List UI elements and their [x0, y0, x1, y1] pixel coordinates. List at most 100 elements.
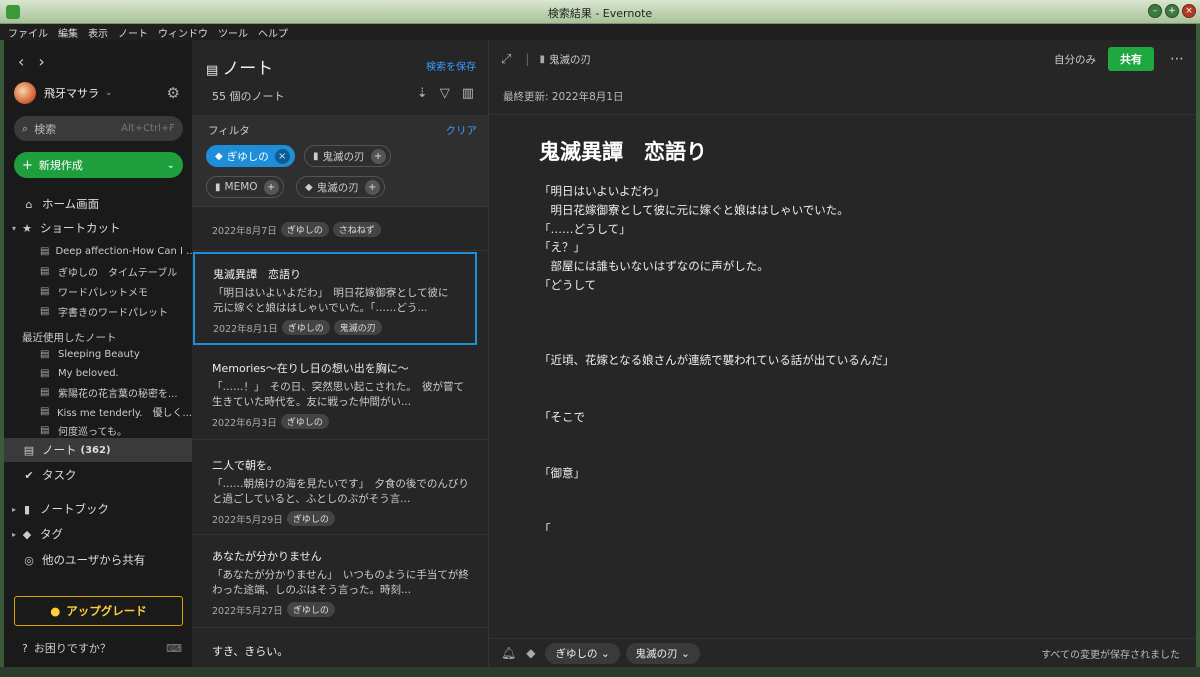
- caret-down-icon[interactable]: ▾: [12, 224, 16, 233]
- filter-icon[interactable]: ▽: [440, 86, 450, 101]
- reminder-icon[interactable]: 🔔︎: [501, 646, 516, 660]
- close-button[interactable]: ×: [1182, 4, 1196, 18]
- sidebar-item-tasks[interactable]: ✔ タスク: [4, 465, 192, 485]
- note-line[interactable]: 「……どうして」: [539, 220, 1159, 239]
- note-snippet: 「……！」 その日、突然思い起こされた。 彼が嘗て生きていた時代を。友に戦った仲…: [212, 381, 464, 408]
- note-line[interactable]: 部屋には誰もいないはずなのに声がした。: [539, 257, 1159, 276]
- note-line[interactable]: 「どうして: [539, 276, 1159, 295]
- shortcut-item[interactable]: ▤ ワードパレットメモ: [4, 282, 192, 300]
- menu-help[interactable]: ヘルプ: [258, 25, 288, 40]
- gear-icon[interactable]: ⚙: [167, 84, 180, 102]
- sidebar-item-label: ショートカット: [40, 221, 121, 235]
- sidebar-item-notes[interactable]: ▤ ノート (362): [4, 438, 192, 462]
- filter-chip-tag[interactable]: ◆ ぎゆしの ×: [206, 145, 295, 167]
- filter-chip-notebook[interactable]: ▮ MEMO +: [206, 176, 284, 198]
- user-menu[interactable]: 飛牙マサラ ⌄ ⚙: [14, 82, 182, 104]
- new-note-button[interactable]: + 新規作成 ⌄: [14, 152, 183, 178]
- recent-item[interactable]: ▤ Sleeping Beauty: [4, 345, 192, 363]
- chevron-down-icon[interactable]: ⌄: [167, 160, 175, 171]
- expand-icon[interactable]: ⤢: [501, 52, 511, 67]
- minimize-button[interactable]: –: [1148, 4, 1162, 18]
- share-button[interactable]: 共有: [1108, 47, 1154, 71]
- note-icon: ▤: [40, 405, 50, 417]
- note-line[interactable]: [539, 502, 1159, 521]
- menu-window[interactable]: ウィンドウ: [158, 25, 208, 40]
- back-arrow-icon[interactable]: ‹: [18, 52, 24, 71]
- recent-item[interactable]: ▤ 紫陽花の花言葉の秘密を...: [4, 383, 192, 401]
- users-icon: ◎: [24, 553, 34, 567]
- search-input[interactable]: ⌕ 検索 Alt+Ctrl+F: [14, 116, 183, 141]
- menu-note[interactable]: ノート: [118, 25, 148, 40]
- menu-file[interactable]: ファイル: [8, 25, 48, 40]
- note-body[interactable]: 鬼滅異譚 恋語り 「明日はいよいよだわ」 明日花嫁御寮として彼に元に嫁ぐと娘はは…: [539, 136, 1159, 539]
- note-item[interactable]: Memories〜在りし日の想い出を胸に〜 「……！」 その日、突然思い起こされ…: [192, 346, 488, 440]
- shortcut-item[interactable]: ▤ 字書きのワードパレット: [4, 302, 192, 320]
- note-line[interactable]: [539, 370, 1159, 389]
- add-tag-icon[interactable]: ◆: [526, 646, 535, 660]
- recent-item[interactable]: ▤ 何度巡っても。: [4, 421, 192, 439]
- note-item[interactable]: 二人で朝を。 「……朝焼けの海を見たいです」 夕食の後でのんびりと過ごしていると…: [192, 441, 488, 535]
- shortcut-label: 字書きのワードパレット: [58, 307, 168, 319]
- note-date: 2022年5月29日: [212, 514, 283, 526]
- menu-edit[interactable]: 編集: [58, 25, 78, 40]
- note-line[interactable]: [539, 483, 1159, 502]
- menu-tools[interactable]: ツール: [218, 25, 248, 40]
- shortcut-item[interactable]: ▤ Deep affection-How Can I ...: [4, 242, 192, 260]
- sidebar-item-label: 他のユーザから共有: [42, 553, 146, 567]
- sidebar-item-tags[interactable]: ▸ ◆ タグ: [4, 524, 192, 544]
- sidebar-item-notebooks[interactable]: ▸ ▮ ノートブック: [4, 499, 192, 519]
- note-item[interactable]: すき、きらい。: [192, 629, 488, 667]
- caret-right-icon[interactable]: ▸: [12, 530, 16, 539]
- note-notebook[interactable]: 鬼滅の刃: [549, 52, 591, 67]
- recent-item[interactable]: ▤ My beloved.: [4, 364, 192, 382]
- sidebar-item-home[interactable]: ⌂ ホーム画面: [4, 194, 192, 214]
- note-line[interactable]: [539, 295, 1159, 314]
- note-item[interactable]: 2022年8月7日 ぎゆしの さねねず: [192, 208, 488, 251]
- maximize-button[interactable]: +: [1165, 4, 1179, 18]
- save-search-link[interactable]: 検索を保存: [426, 58, 476, 73]
- add-icon[interactable]: +: [364, 179, 380, 195]
- note-line[interactable]: [539, 426, 1159, 445]
- recent-item[interactable]: ▤ Kiss me tenderly. 優しく...: [4, 402, 192, 420]
- note-line[interactable]: 明日花嫁御寮として彼に元に嫁ぐと娘ははしゃいでいた。: [539, 201, 1159, 220]
- note-tag: さねねず: [332, 222, 381, 237]
- visibility-label[interactable]: 自分のみ: [1054, 52, 1096, 67]
- note-item-selected[interactable]: 鬼滅異譚 恋語り 「明日はいよいよだわ」 明日花嫁御寮として彼に元に嫁ぐと娘はは…: [193, 252, 477, 345]
- add-icon[interactable]: +: [370, 148, 386, 164]
- note-line[interactable]: 「明日はいよいよだわ」: [539, 182, 1159, 201]
- help-link[interactable]: ? お困りですか？ ⌨: [22, 640, 182, 656]
- shortcut-item[interactable]: ▤ ぎゆしの タイムテーブル: [4, 262, 192, 280]
- remove-icon[interactable]: ×: [274, 148, 290, 164]
- clear-filters-link[interactable]: クリア: [446, 123, 478, 138]
- search-icon: ⌕: [22, 121, 29, 135]
- note-item[interactable]: あなたが分かりません 「あなたが分かりません」 いつものように手当てが終わった途…: [192, 536, 488, 628]
- note-line[interactable]: 「え？」: [539, 238, 1159, 257]
- note-line[interactable]: [539, 314, 1159, 333]
- note-tag-pill[interactable]: 鬼滅の刃 ⌄: [625, 642, 700, 664]
- view-layout-icon[interactable]: ▥: [462, 86, 474, 101]
- filter-chip-notebook[interactable]: ▮ 鬼滅の刃 +: [304, 145, 391, 167]
- note-line[interactable]: 「: [539, 520, 1159, 539]
- keyboard-icon[interactable]: ⌨: [166, 642, 182, 655]
- filter-chip-tag[interactable]: ◆ 鬼滅の刃 +: [296, 176, 385, 198]
- menu-view[interactable]: 表示: [88, 25, 108, 40]
- note-line[interactable]: [539, 445, 1159, 464]
- forward-arrow-icon[interactable]: ›: [38, 52, 44, 71]
- note-line[interactable]: 「近頃、花嫁となる娘さんが連続で襲われている話が出ているんだ」: [539, 351, 1159, 370]
- upgrade-button[interactable]: ● アップグレード: [14, 596, 183, 626]
- caret-right-icon[interactable]: ▸: [12, 505, 16, 514]
- note-line[interactable]: [539, 389, 1159, 408]
- more-options-icon[interactable]: ⋯: [1170, 51, 1184, 67]
- sidebar-item-label: タスク: [42, 468, 77, 482]
- add-icon[interactable]: +: [263, 179, 279, 195]
- note-line[interactable]: 「そこで: [539, 408, 1159, 427]
- sidebar-item-shortcuts[interactable]: ▾ ★ ショートカット: [4, 218, 192, 238]
- sort-icon[interactable]: ⇣: [417, 86, 428, 101]
- note-count: 55 個のノート: [212, 90, 285, 103]
- note-heading[interactable]: 鬼滅異譚 恋語り: [539, 136, 1159, 166]
- note-line[interactable]: [539, 332, 1159, 351]
- note-tag-pill[interactable]: ぎゆしの ⌄: [545, 642, 620, 664]
- sidebar-item-shared[interactable]: ◎ 他のユーザから共有: [4, 550, 192, 570]
- note-line[interactable]: 「御意」: [539, 464, 1159, 483]
- note-icon: ▤: [40, 348, 50, 360]
